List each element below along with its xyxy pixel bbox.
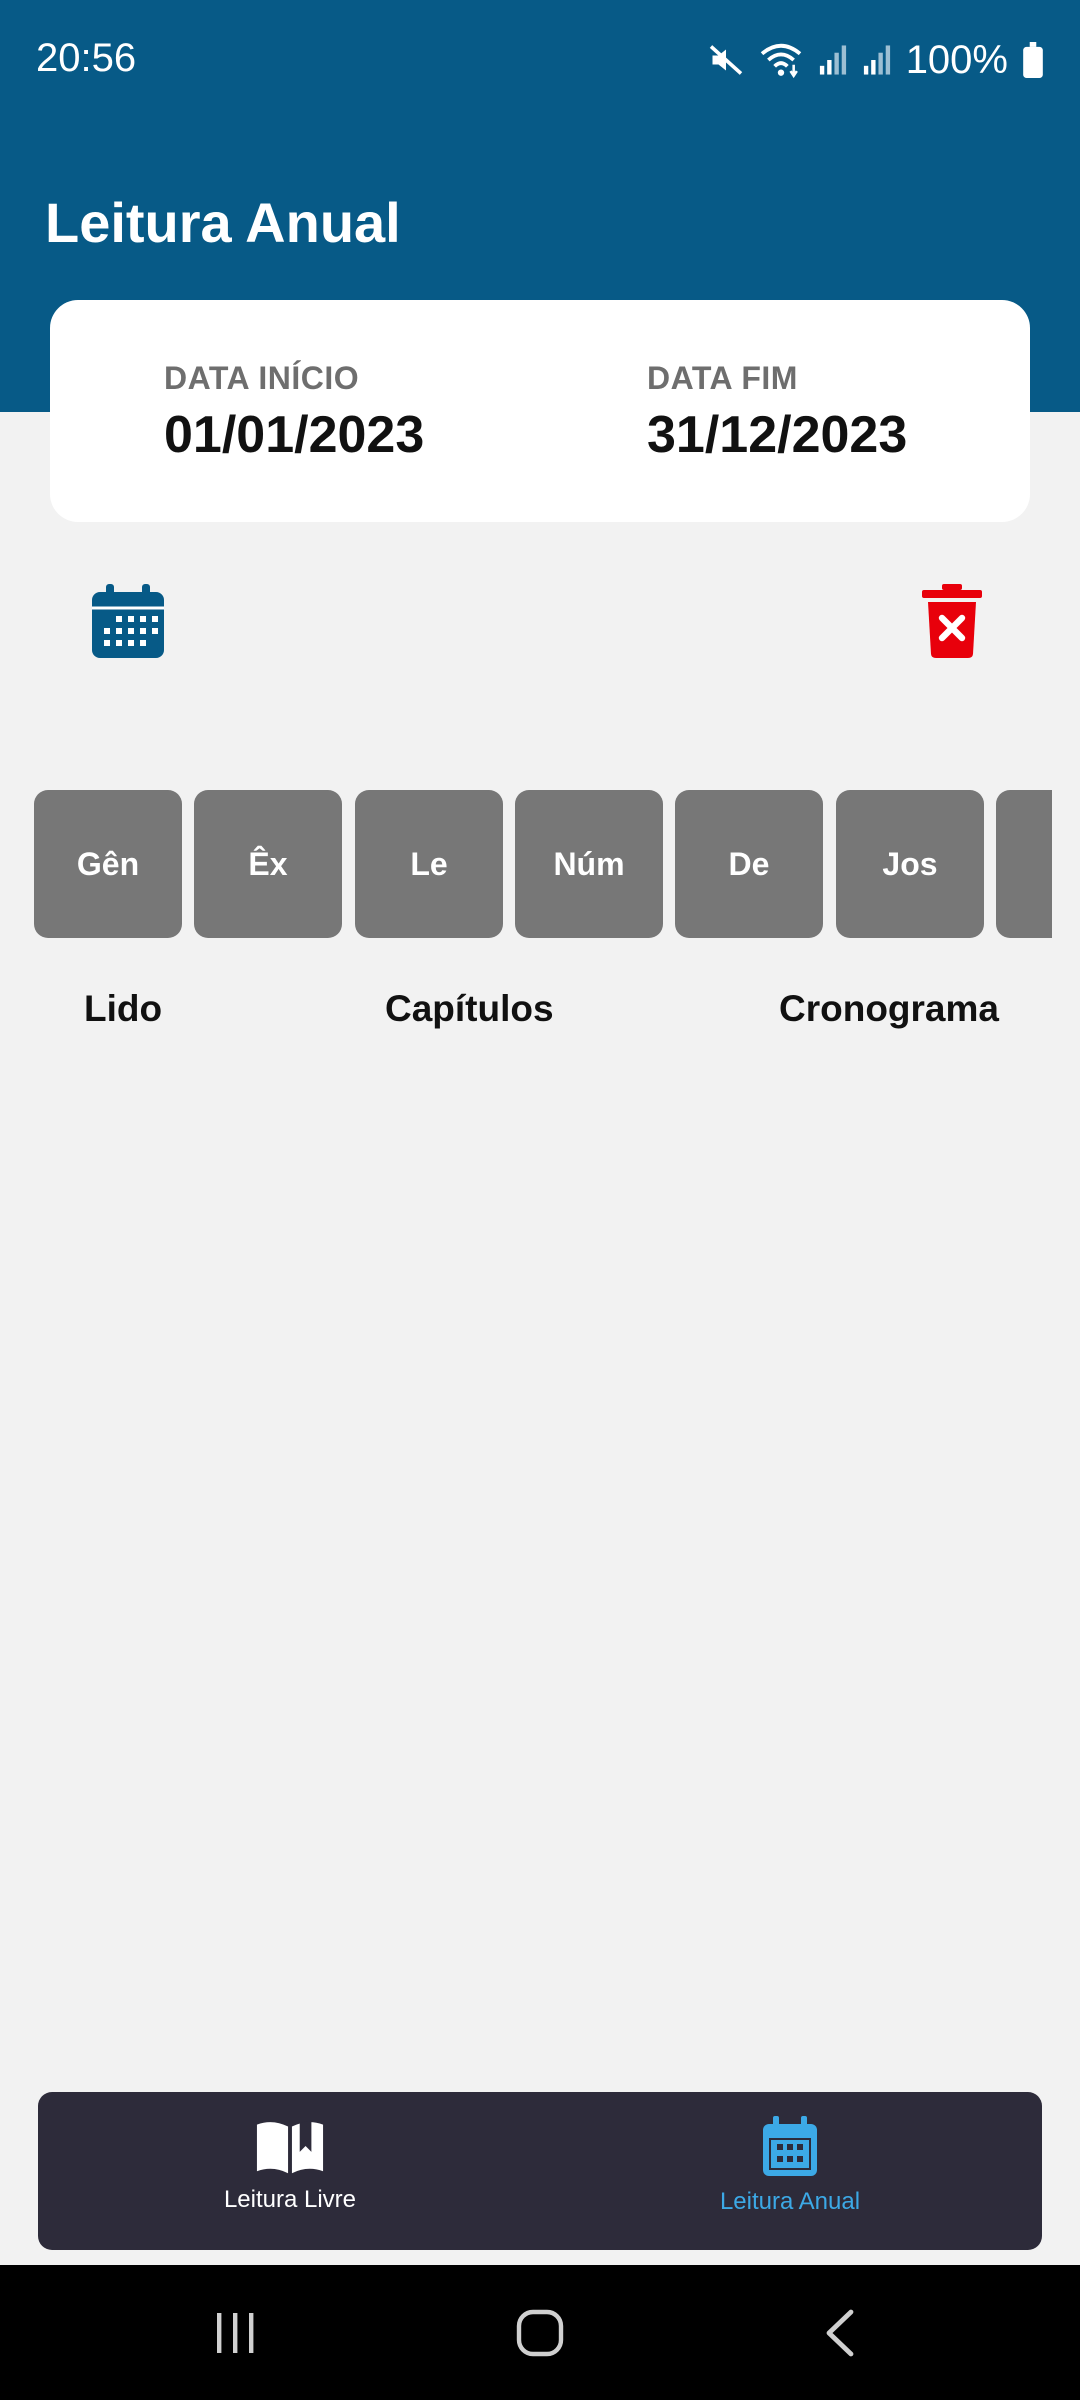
calendar-button[interactable] (88, 582, 168, 662)
column-header-chapters: Capítulos (385, 988, 554, 1029)
recent-apps-button[interactable] (200, 2265, 270, 2400)
page-title: Leitura Anual (45, 191, 401, 254)
recent-apps-icon (217, 2312, 254, 2353)
start-date-value: 01/01/2023 (164, 406, 425, 464)
book-chip[interactable]: Le (355, 790, 503, 938)
nav-tab-leitura-livre[interactable]: Leitura Livre (140, 2116, 440, 2236)
battery-icon (1023, 42, 1043, 78)
open-book-icon (256, 2120, 324, 2174)
back-button[interactable] (810, 2265, 870, 2400)
end-date-field: DATA FIM 31/12/2023 (647, 360, 907, 465)
end-date-value: 31/12/2023 (647, 406, 908, 464)
nav-label: Leitura Livre (223, 2186, 357, 2213)
books-scroller[interactable]: Gên Êx Le Núm De Jos (34, 790, 1052, 940)
column-header-read: Lido (84, 988, 163, 1029)
status-icons: 100% (708, 36, 1044, 84)
nav-label: Leitura Anual (719, 2188, 861, 2215)
status-time: 20:56 (36, 36, 137, 80)
home-button[interactable] (505, 2265, 575, 2400)
home-icon (516, 2309, 564, 2356)
book-chip[interactable]: Gên (34, 790, 182, 938)
bottom-navigation: Leitura Livre Leitura Anual (38, 2092, 1042, 2250)
trash-delete-icon (922, 584, 982, 658)
start-date-label: DATA INÍCIO (164, 360, 360, 396)
calendar-icon (92, 584, 164, 658)
end-date-label: DATA FIM (647, 360, 798, 396)
back-icon (826, 2309, 854, 2356)
battery-percent: 100% (905, 37, 1008, 82)
book-chip[interactable]: Êx (194, 790, 342, 938)
book-chip[interactable]: Núm (515, 790, 663, 938)
mute-icon (709, 45, 742, 75)
column-header-schedule: Cronograma (779, 988, 999, 1029)
delete-button[interactable] (920, 584, 984, 658)
status-bar: 20:56 100% (0, 0, 1080, 120)
start-date-field: DATA INÍCIO 01/01/2023 (164, 360, 424, 465)
calendar-icon (763, 2116, 817, 2176)
signal-icon (819, 45, 846, 75)
signal-icon (863, 45, 890, 75)
book-chip[interactable] (996, 790, 1052, 938)
date-range-card: DATA INÍCIO 01/01/2023 DATA FIM 31/12/20… (50, 300, 1030, 522)
wifi-icon (760, 43, 801, 79)
nav-tab-leitura-anual[interactable]: Leitura Anual (640, 2116, 940, 2236)
book-chip[interactable]: De (675, 790, 823, 938)
system-navigation-bar (0, 2265, 1080, 2400)
book-chip[interactable]: Jos (836, 790, 984, 938)
